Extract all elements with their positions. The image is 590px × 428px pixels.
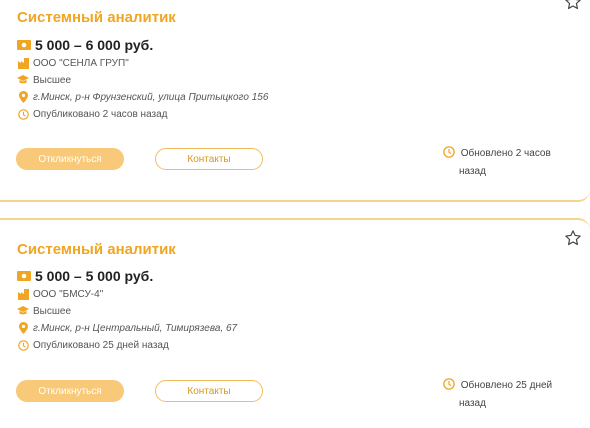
published-time: Опубликовано 25 дней назад — [33, 339, 169, 351]
clock-icon — [443, 146, 455, 158]
updated-info: Обновлено 2 часов назад — [443, 145, 573, 181]
address-row: г.Минск, р-н Фрунзенский, улица Притыцко… — [17, 91, 268, 103]
location-pin-icon — [17, 91, 29, 103]
salary-row: 5 000 – 6 000 руб. — [17, 37, 153, 53]
published-row: Опубликовано 25 дней назад — [17, 339, 169, 351]
contacts-button[interactable]: Контакты — [155, 148, 263, 170]
clock-icon — [17, 339, 29, 351]
education: Высшее — [33, 305, 72, 317]
updated-text: Обновлено 25 дней — [460, 380, 553, 391]
vacancy-card: Системный аналитик 5 000 – 5 000 руб. ОО… — [0, 218, 590, 428]
contacts-button[interactable]: Контакты — [155, 380, 263, 402]
company-row: ООО "БМСУ-4" — [17, 288, 103, 300]
company-row: ООО "СЕНЛА ГРУП" — [17, 57, 129, 69]
star-icon[interactable] — [564, 229, 582, 247]
star-icon[interactable] — [564, 0, 582, 11]
updated-info: Обновлено 25 дней назад — [443, 377, 573, 413]
published-row: Опубликовано 2 часов назад — [17, 108, 168, 120]
apply-button[interactable]: Откликнуться — [16, 380, 124, 402]
building-icon — [17, 57, 29, 69]
education: Высшее — [33, 74, 72, 86]
vacancy-title[interactable]: Системный аналитик — [17, 9, 176, 26]
money-icon — [17, 39, 31, 51]
vacancy-title[interactable]: Системный аналитик — [17, 241, 176, 258]
company-name[interactable]: ООО "СЕНЛА ГРУП" — [33, 58, 129, 69]
address: г.Минск, р-н Фрунзенский, улица Притыцко… — [33, 91, 269, 103]
salary: 5 000 – 6 000 руб. — [35, 37, 154, 53]
graduation-cap-icon — [17, 305, 29, 317]
salary-row: 5 000 – 5 000 руб. — [17, 268, 153, 284]
money-icon — [17, 270, 31, 282]
company-name[interactable]: ООО "БМСУ-4" — [33, 289, 103, 300]
location-pin-icon — [17, 322, 29, 334]
education-row: Высшее — [17, 74, 71, 86]
clock-icon — [443, 378, 455, 390]
education-row: Высшее — [17, 305, 71, 317]
building-icon — [17, 288, 29, 300]
published-time: Опубликовано 2 часов назад — [33, 108, 168, 120]
address: г.Минск, р-н Центральный, Тимирязева, 67 — [33, 322, 238, 334]
updated-text: Обновлено 2 часов — [460, 148, 551, 159]
updated-text-cont: назад — [459, 398, 486, 409]
vacancy-card: Системный аналитик 5 000 – 6 000 руб. ОО… — [0, 0, 590, 202]
apply-button[interactable]: Откликнуться — [16, 148, 124, 170]
clock-icon — [17, 108, 29, 120]
graduation-cap-icon — [17, 74, 29, 86]
updated-text-cont: назад — [459, 166, 486, 177]
salary: 5 000 – 5 000 руб. — [35, 268, 154, 284]
address-row: г.Минск, р-н Центральный, Тимирязева, 67 — [17, 322, 237, 334]
